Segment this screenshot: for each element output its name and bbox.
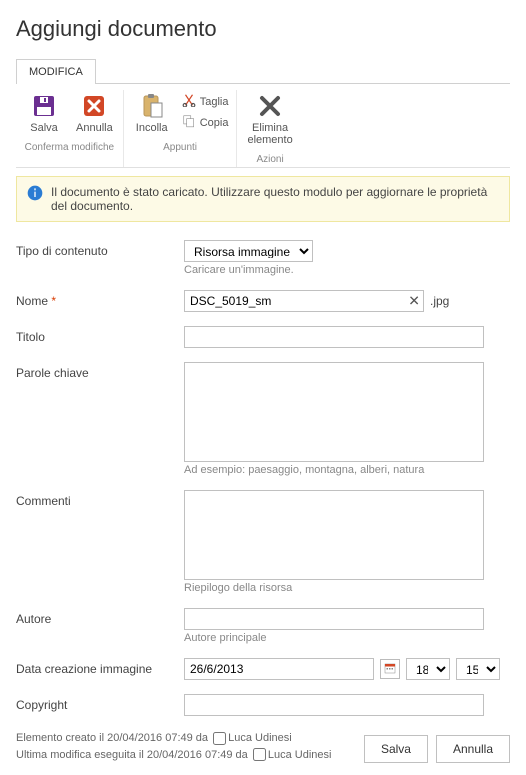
cancel-button-footer[interactable]: Annulla — [436, 735, 510, 763]
clear-name-icon[interactable]: ✕ — [408, 293, 420, 310]
modified-user: Luca Udinesi — [268, 749, 332, 761]
created-date: 20/04/2016 07:49 — [107, 732, 193, 744]
minute-select[interactable]: 15 — [456, 658, 500, 680]
cancel-button[interactable]: Annulla — [74, 90, 115, 136]
dialog: Aggiungi documento MODIFICA Salva Annull… — [0, 0, 526, 775]
label-copyright: Copyright — [16, 694, 184, 712]
tab-edit[interactable]: MODIFICA — [16, 59, 96, 84]
row-title: Titolo — [16, 326, 510, 348]
row-content-type: Tipo di contenuto Risorsa immagine Caric… — [16, 240, 510, 276]
label-content-type: Tipo di contenuto — [16, 240, 184, 258]
cut-label: Taglia — [200, 96, 229, 108]
modified-by-sep: da — [232, 749, 250, 761]
row-comments: Commenti Riepilogo della risorsa — [16, 490, 510, 594]
content-type-select[interactable]: Risorsa immagine — [184, 240, 313, 262]
modified-user-checkbox[interactable] — [253, 748, 266, 761]
paste-label: Incolla — [136, 122, 168, 134]
created-user: Luca Udinesi — [228, 732, 292, 744]
hint-comments: Riepilogo della risorsa — [184, 582, 510, 594]
required-indicator: * — [51, 294, 56, 308]
hint-author: Autore principale — [184, 632, 510, 644]
info-notice: Il documento è stato caricato. Utilizzar… — [16, 176, 510, 222]
ribbon-group-commit-label: Conferma modifiche — [24, 142, 115, 153]
comments-textarea[interactable] — [184, 490, 484, 580]
cut-button[interactable]: Taglia — [182, 92, 229, 111]
image-date-input[interactable] — [184, 658, 374, 680]
info-text: Il documento è stato caricato. Utilizzar… — [51, 185, 499, 213]
ribbon-group-commit: Salva Annulla Conferma modifiche — [16, 90, 124, 167]
hint-keywords: Ad esempio: paesaggio, montagna, alberi,… — [184, 464, 510, 476]
copy-icon — [182, 114, 196, 131]
row-image-date: Data creazione immagine 18: 15 — [16, 658, 510, 680]
created-by-sep: da — [193, 732, 211, 744]
delete-icon — [258, 92, 282, 120]
title-input[interactable] — [184, 326, 484, 348]
label-author: Autore — [16, 608, 184, 626]
info-icon — [27, 185, 43, 204]
delete-label-1: Elimina — [252, 122, 288, 134]
ribbon-group-clipboard: Incolla Taglia Copia — [124, 90, 238, 167]
cancel-label: Annulla — [76, 122, 113, 134]
ribbon-group-clipboard-label: Appunti — [132, 142, 229, 153]
row-copyright: Copyright — [16, 694, 510, 716]
cut-icon — [182, 93, 196, 110]
created-prefix: Elemento creato il — [16, 732, 107, 744]
paste-icon — [140, 92, 164, 120]
name-input[interactable] — [184, 290, 424, 312]
created-user-checkbox[interactable] — [213, 732, 226, 745]
label-name: Nome — [16, 294, 48, 308]
ribbon-group-actions-label: Azioni — [245, 154, 294, 165]
ribbon-group-actions: Elimina elemento Azioni — [237, 90, 302, 167]
row-author: Autore Autore principale — [16, 608, 510, 644]
label-image-date: Data creazione immagine — [16, 658, 184, 676]
delete-label-2: elemento — [247, 134, 292, 146]
copy-label: Copia — [200, 117, 229, 129]
hour-select[interactable]: 18: — [406, 658, 450, 680]
calendar-icon — [384, 662, 396, 677]
row-name: Nome * ✕ .jpg — [16, 290, 510, 312]
row-keywords: Parole chiave Ad esempio: paesaggio, mon… — [16, 362, 510, 476]
ribbon: Salva Annulla Conferma modifiche Incol — [16, 84, 510, 168]
tab-bar: MODIFICA — [16, 58, 510, 84]
label-comments: Commenti — [16, 490, 184, 508]
keywords-textarea[interactable] — [184, 362, 484, 462]
modified-prefix: Ultima modifica eseguita il — [16, 749, 147, 761]
calendar-button[interactable] — [380, 659, 400, 679]
author-input[interactable] — [184, 608, 484, 630]
delete-item-button[interactable]: Elimina elemento — [245, 90, 294, 148]
footer: Elemento creato il 20/04/2016 07:49 da L… — [16, 730, 510, 763]
meta-info: Elemento creato il 20/04/2016 07:49 da L… — [16, 730, 331, 763]
copyright-input[interactable] — [184, 694, 484, 716]
hint-content-type: Caricare un'immagine. — [184, 264, 510, 276]
page-title: Aggiungi documento — [16, 16, 510, 42]
paste-button[interactable]: Incolla — [132, 90, 172, 136]
modified-date: 20/04/2016 07:49 — [147, 749, 233, 761]
save-button-footer[interactable]: Salva — [364, 735, 428, 763]
copy-button[interactable]: Copia — [182, 113, 229, 132]
save-label: Salva — [30, 122, 58, 134]
save-button[interactable]: Salva — [24, 90, 64, 136]
save-icon — [32, 92, 56, 120]
label-keywords: Parole chiave — [16, 362, 184, 380]
file-extension: .jpg — [430, 294, 449, 308]
cancel-icon — [82, 92, 106, 120]
label-title: Titolo — [16, 326, 184, 344]
